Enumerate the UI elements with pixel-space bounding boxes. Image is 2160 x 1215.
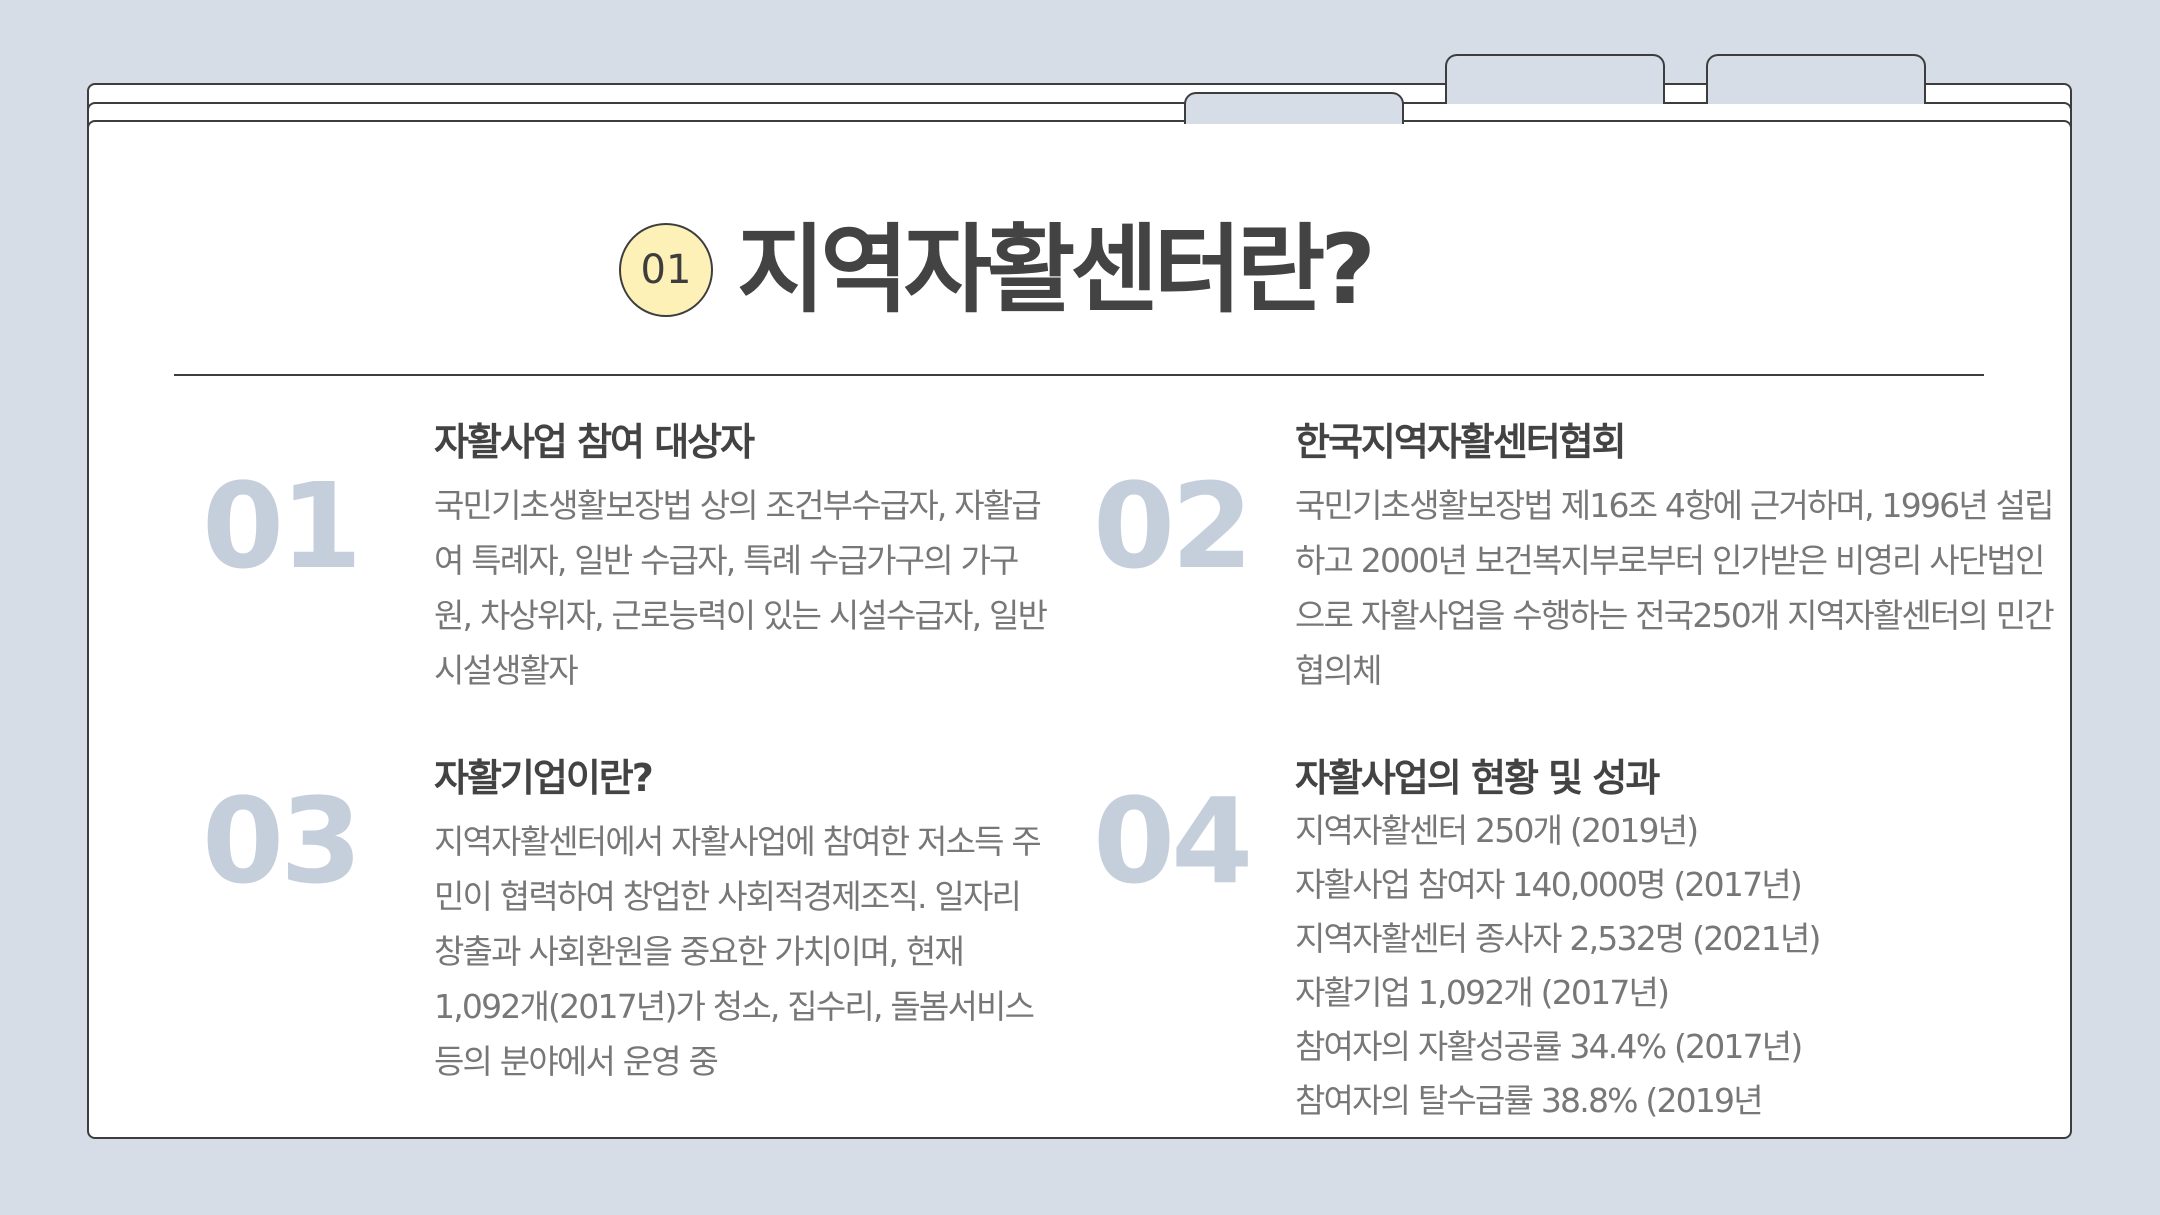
title-row: 01 지역자활센터란? [619, 214, 1376, 326]
section-number-04: 04 [1093, 772, 1253, 910]
section-self-sufficiency-enterprise: 자활기업이란? 지역자활센터에서 자활사업에 참여한 저소득 주민이 협력하여 … [434, 756, 1054, 1089]
folder-tab-2[interactable] [1445, 54, 1665, 104]
section-number-01: 01 [202, 457, 362, 595]
stat-item: 자활사업 참여자 140,000명 (2017년) [1295, 864, 1803, 904]
stat-item: 지역자활센터 250개 (2019년) [1295, 810, 1699, 850]
section-number-02: 02 [1093, 457, 1253, 595]
section-body: 지역자활센터에서 자활사업에 참여한 저소득 주민이 협력하여 창업한 사회적경… [434, 821, 1042, 1081]
title-badge: 01 [619, 223, 713, 317]
stat-item: 지역자활센터 종사자 2,532명 (2021년) [1295, 918, 1821, 958]
folder-tab-3[interactable] [1706, 54, 1926, 104]
stat-item: 자활기업 1,092개 (2017년) [1295, 972, 1670, 1012]
section-participants: 자활사업 참여 대상자 국민기초생활보장법 상의 조건부수급자, 자활급여 특례… [434, 420, 1054, 698]
title-divider [174, 374, 1984, 376]
page-title: 지역자활센터란? [737, 214, 1376, 326]
folder-tab-active[interactable] [1184, 92, 1404, 124]
section-body: 국민기초생활보장법 상의 조건부수급자, 자활급여 특례자, 일반 수급자, 특… [434, 485, 1048, 690]
section-number-03: 03 [202, 772, 362, 910]
main-card: 01 지역자활센터란? 01 자활사업 참여 대상자 국민기초생활보장법 상의 … [87, 120, 2072, 1139]
section-title: 자활기업이란? [434, 756, 654, 800]
section-association: 한국지역자활센터협회 국민기초생활보장법 제16조 4항에 근거하며, 1996… [1295, 420, 2055, 698]
section-title: 자활사업 참여 대상자 [434, 420, 755, 464]
section-title: 한국지역자활센터협회 [1295, 420, 1627, 464]
section-body: 국민기초생활보장법 제16조 4항에 근거하며, 1996년 설립하고 2000… [1295, 485, 2055, 690]
stat-list: 지역자활센터 250개 (2019년) 자활사업 참여자 140,000명 (2… [1295, 804, 2055, 1128]
section-title: 자활사업의 현황 및 성과 [1295, 756, 1660, 800]
stat-item: 참여자의 자활성공률 34.4% (2017년) [1295, 1026, 1803, 1066]
stat-item: 참여자의 탈수급률 38.8% (2019년 [1295, 1080, 1764, 1120]
section-status-results: 자활사업의 현황 및 성과 지역자활센터 250개 (2019년) 자활사업 참… [1295, 756, 2055, 1128]
